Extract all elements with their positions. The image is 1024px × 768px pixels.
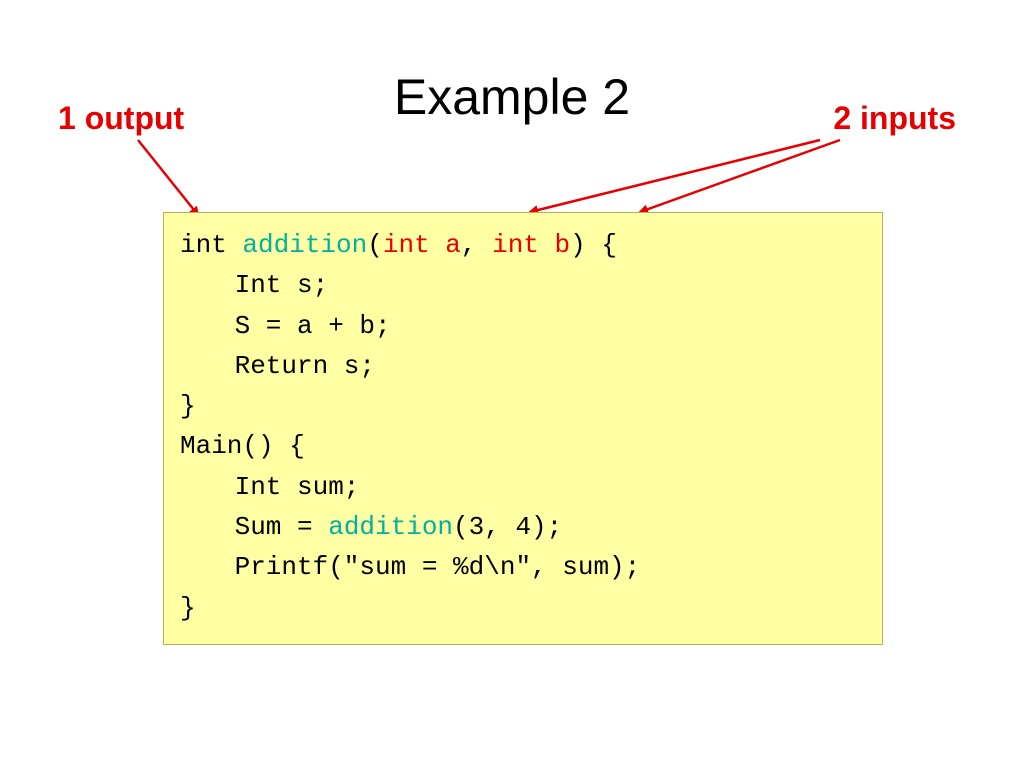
tok-param-b: int b bbox=[492, 230, 570, 260]
code-line-10: } bbox=[180, 588, 866, 628]
code-line-9: Printf("sum = %d\n", sum); bbox=[180, 547, 866, 587]
tok-l6: Main() { bbox=[180, 431, 305, 461]
tok-paren-close: ) { bbox=[570, 230, 617, 260]
code-line-6: Main() { bbox=[180, 426, 866, 466]
tok-l10: } bbox=[180, 593, 196, 623]
tok-return-type: int bbox=[180, 230, 242, 260]
code-line-5: } bbox=[180, 386, 866, 426]
code-line-4: Return s; bbox=[180, 346, 866, 386]
code-line-1: int addition(int a, int b) { bbox=[180, 225, 866, 265]
tok-l9: Printf("sum = %d\n", sum); bbox=[235, 552, 641, 582]
tok-func-name: addition bbox=[242, 230, 367, 260]
tok-l5: } bbox=[180, 391, 196, 421]
arrow-input-b bbox=[640, 140, 840, 212]
tok-l2: Int s; bbox=[235, 270, 329, 300]
annotation-inputs: 2 inputs bbox=[833, 100, 956, 137]
code-block: int addition(int a, int b) { Int s; S = … bbox=[163, 212, 883, 645]
code-line-8: Sum = addition(3, 4); bbox=[180, 507, 866, 547]
code-line-7: Int sum; bbox=[180, 467, 866, 507]
tok-comma: , bbox=[461, 230, 492, 260]
arrow-input-a bbox=[530, 140, 820, 212]
code-line-3: S = a + b; bbox=[180, 306, 866, 346]
code-line-2: Int s; bbox=[180, 265, 866, 305]
arrow-output bbox=[138, 140, 198, 215]
tok-l4: Return s; bbox=[235, 351, 375, 381]
slide: Example 2 1 output 2 inputs int addition… bbox=[0, 0, 1024, 768]
tok-param-a: int a bbox=[383, 230, 461, 260]
tok-l8-call: addition bbox=[328, 512, 453, 542]
tok-paren-open: ( bbox=[367, 230, 383, 260]
annotation-output: 1 output bbox=[58, 100, 184, 137]
tok-l8-prefix: Sum = bbox=[235, 512, 329, 542]
tok-l7: Int sum; bbox=[235, 472, 360, 502]
tok-l3: S = a + b; bbox=[235, 311, 391, 341]
tok-l8-suffix: (3, 4); bbox=[453, 512, 562, 542]
